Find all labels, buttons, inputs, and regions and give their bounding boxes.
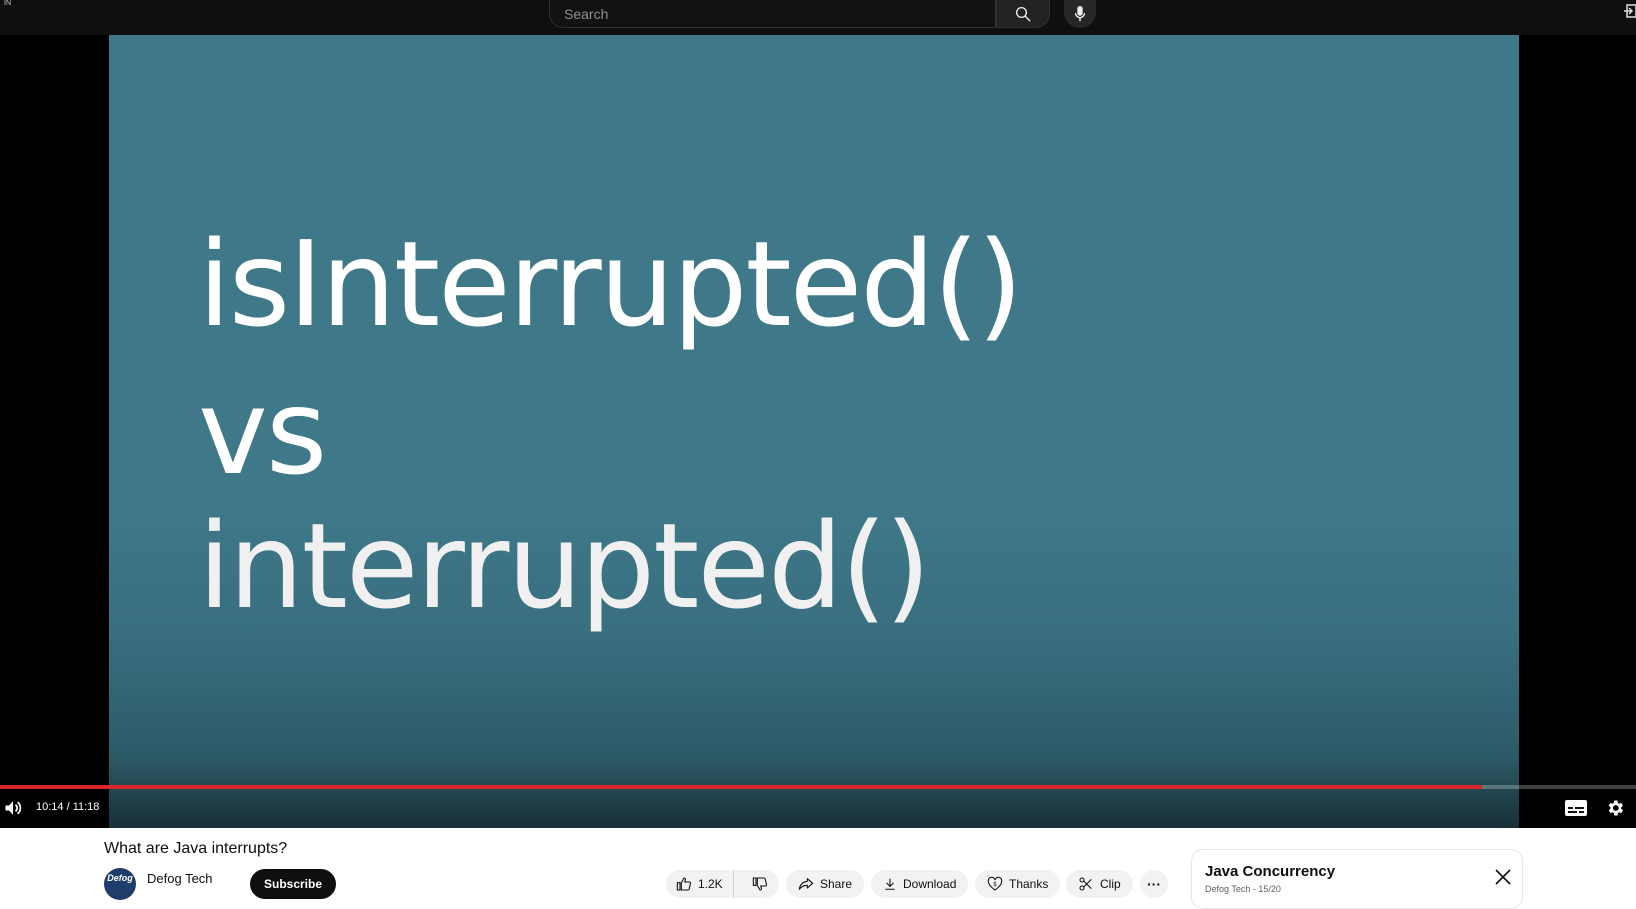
- download-label: Download: [903, 877, 957, 891]
- channel-name[interactable]: Defog Tech: [147, 871, 213, 886]
- avatar-text: Defog: [107, 873, 133, 883]
- voice-search-button[interactable]: [1064, 0, 1096, 28]
- thanks-label: Thanks: [1009, 877, 1049, 891]
- share-label: Share: [820, 877, 853, 891]
- subscribe-button[interactable]: Subscribe: [250, 869, 337, 899]
- search-box[interactable]: [549, 0, 996, 28]
- more-actions-button[interactable]: ···: [1140, 870, 1168, 898]
- sign-in-icon[interactable]: [1624, 3, 1636, 19]
- search-icon: [1015, 6, 1031, 21]
- controls-gradient: [0, 758, 1636, 828]
- dislike-button[interactable]: [740, 870, 780, 898]
- settings-button[interactable]: [1604, 797, 1626, 819]
- like-dislike-group: 1.2K: [666, 870, 779, 898]
- playlist-meta: Defog Tech - 15/20: [1205, 884, 1281, 894]
- thanks-button[interactable]: $ Thanks: [975, 870, 1061, 898]
- video-player[interactable]: isInterrupted() vs interrupted() 10:14 /…: [0, 35, 1636, 828]
- clip-button[interactable]: Clip: [1066, 870, 1133, 898]
- video-title: What are Java interrupts?: [104, 840, 288, 857]
- playlist-panel: Java Concurrency Defog Tech - 15/20: [1191, 849, 1523, 909]
- slide-line-2: vs: [198, 363, 327, 501]
- channel-avatar[interactable]: Defog: [104, 868, 136, 900]
- svg-text:$: $: [993, 881, 997, 888]
- playlist-title[interactable]: Java Concurrency: [1205, 863, 1335, 880]
- progress-played: [0, 785, 1482, 789]
- close-icon[interactable]: [1494, 868, 1512, 886]
- slide-line-1: isInterrupted(): [198, 215, 1023, 353]
- share-button[interactable]: Share: [786, 870, 865, 898]
- captions-icon: [1565, 800, 1587, 816]
- volume-button[interactable]: [2, 797, 24, 819]
- video-frame[interactable]: isInterrupted() vs interrupted(): [109, 35, 1519, 828]
- download-button[interactable]: Download: [871, 870, 969, 898]
- clip-label: Clip: [1100, 877, 1121, 891]
- slide-line-3: interrupted(): [198, 497, 931, 635]
- country-code: IN: [4, 0, 11, 7]
- captions-button[interactable]: [1564, 797, 1588, 819]
- search-button[interactable]: [996, 0, 1050, 28]
- top-bar: IN: [0, 0, 1636, 35]
- like-count: 1.2K: [698, 877, 723, 891]
- settings-icon: [1608, 800, 1623, 816]
- like-button[interactable]: 1.2K: [666, 870, 734, 898]
- time-display: 10:14 / 11:18: [36, 801, 100, 813]
- mic-icon: [1074, 5, 1086, 22]
- search-input[interactable]: [550, 0, 995, 27]
- volume-icon: [5, 801, 22, 815]
- progress-bar[interactable]: [0, 785, 1636, 789]
